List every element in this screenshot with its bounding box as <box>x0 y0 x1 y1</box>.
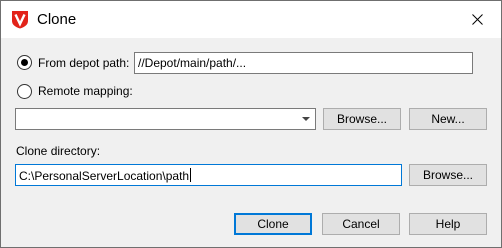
remote-mapping-browse-button[interactable]: Browse... <box>323 108 401 130</box>
clone-button[interactable]: Clone <box>234 213 312 235</box>
depot-path-input[interactable]: //Depot/main/path/... <box>134 52 473 74</box>
cancel-button[interactable]: Cancel <box>322 213 400 235</box>
title-bar: Clone <box>1 1 501 38</box>
depot-path-label: From depot path: <box>38 56 130 70</box>
clone-directory-input[interactable]: C:\PersonalServerLocation\path <box>15 164 402 186</box>
window-title: Clone <box>37 11 77 28</box>
remote-mapping-dropdown[interactable] <box>15 108 316 130</box>
help-button[interactable]: Help <box>409 213 487 235</box>
new-mapping-button[interactable]: New... <box>409 108 487 130</box>
depot-path-radio[interactable] <box>17 55 32 70</box>
depot-path-value: //Depot/main/path/... <box>138 56 247 70</box>
remote-mapping-label: Remote mapping: <box>38 84 133 98</box>
text-caret <box>190 168 192 182</box>
remote-mapping-radio[interactable] <box>17 84 32 99</box>
app-logo-icon <box>12 11 28 29</box>
close-icon <box>472 14 483 25</box>
clone-directory-browse-button[interactable]: Browse... <box>409 164 487 186</box>
clone-directory-label: Clone directory: <box>16 144 101 158</box>
radio-selected-dot <box>21 59 28 66</box>
close-button[interactable] <box>455 1 501 38</box>
clone-directory-value: C:\PersonalServerLocation\path <box>19 169 190 183</box>
clone-dialog: Clone From depot path: //Depot/main/path… <box>0 0 502 248</box>
dropdown-arrow-icon <box>302 117 310 121</box>
